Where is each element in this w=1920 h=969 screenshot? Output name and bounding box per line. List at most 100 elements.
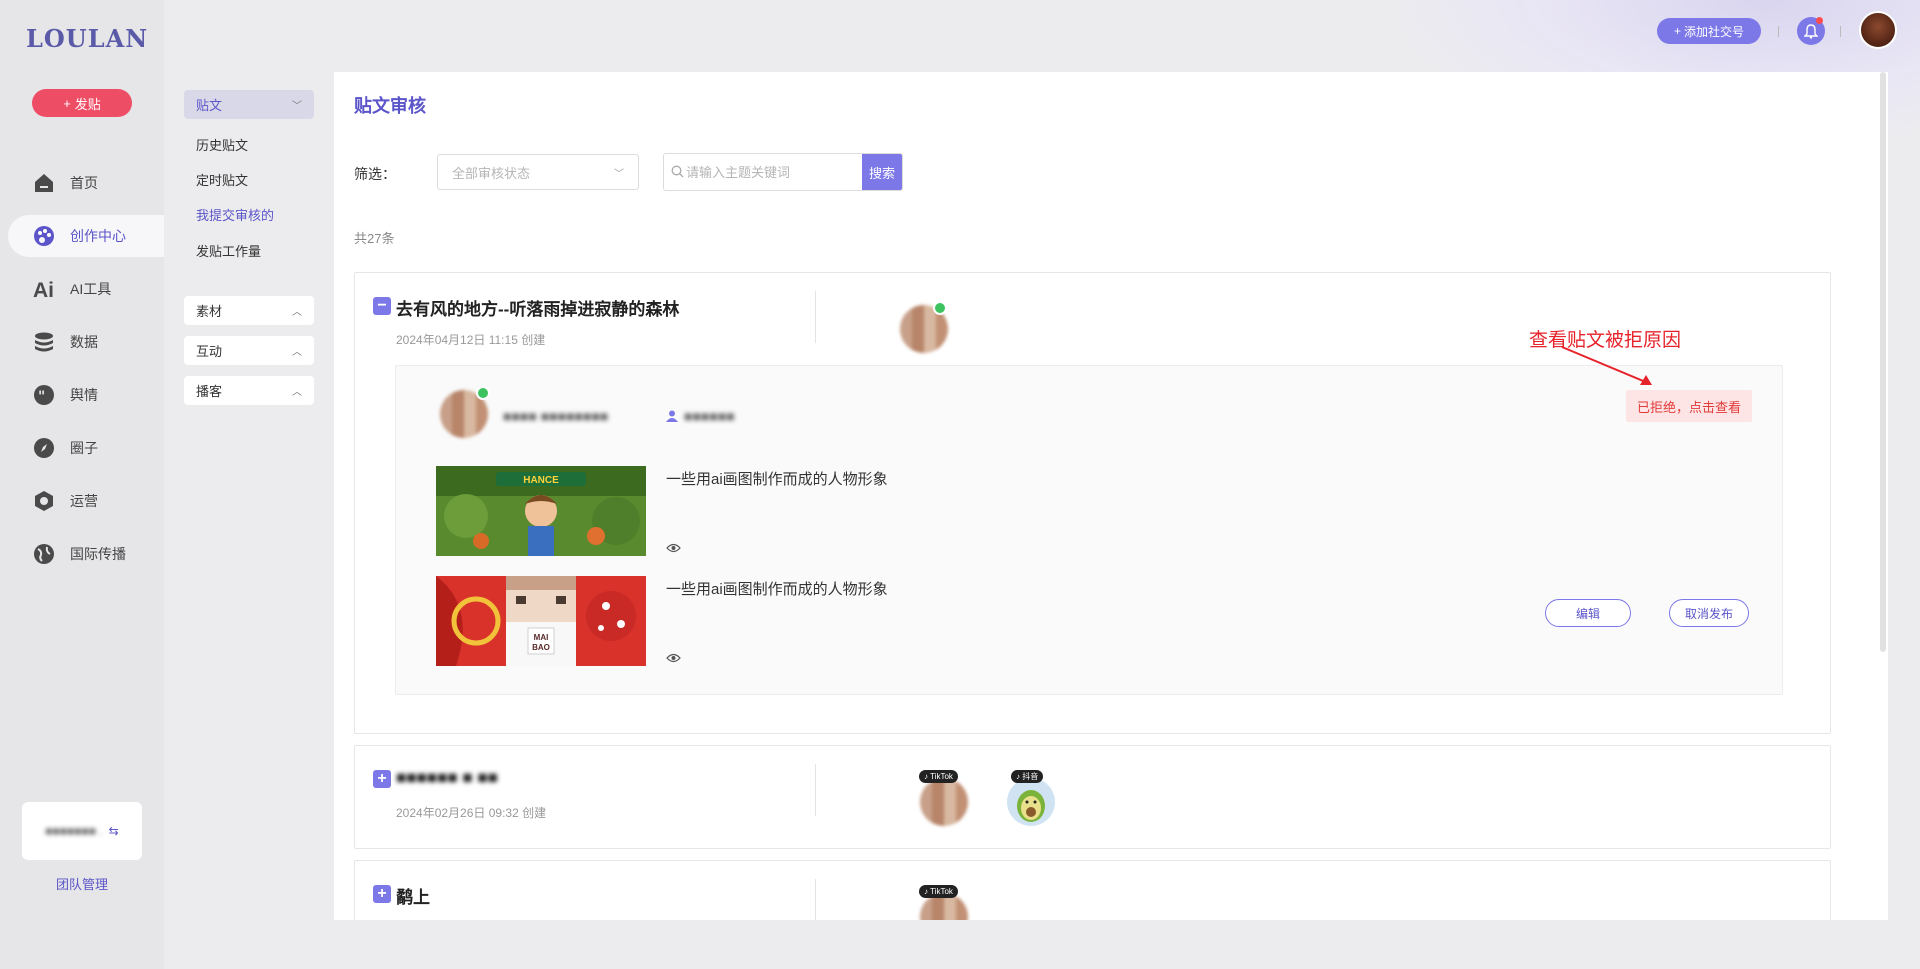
new-post-label: 发贴 — [74, 96, 101, 112]
notification-dot — [1816, 17, 1823, 24]
total-count: 共27条 — [354, 231, 395, 246]
chevron-down-icon: ﹀ — [292, 101, 302, 112]
subnav-group-posts[interactable]: 贴文 ﹀ — [184, 90, 314, 119]
thumb-text: HANCE — [523, 475, 559, 486]
nav-label: 首页 — [70, 175, 98, 191]
tiktok-badge: ♪ TikTok — [919, 770, 958, 783]
divider — [1840, 26, 1841, 37]
user-icon — [666, 409, 678, 427]
divider — [815, 291, 816, 343]
new-post-button[interactable]: + 发贴 — [32, 89, 132, 117]
subnav-item-scheduled[interactable]: 定时贴文 — [196, 170, 248, 189]
edit-button[interactable]: 编辑 — [1545, 599, 1631, 627]
post-date: 2024年04月12日 11:15 创建 — [396, 333, 546, 347]
filter-label: 筛选： — [354, 166, 396, 182]
main-nav: 首页 创作中心 Ai AI工具 数据 " 舆情 圈子 运营 国际传播 — [0, 162, 164, 586]
post-title: 去有风的地方--听落雨掉进寂静的森林 — [396, 300, 680, 319]
team-name-redacted: ■■■■■■■ . — [45, 824, 103, 838]
post-date: 2024年02月26日 09:32 创建 — [396, 806, 547, 820]
eye-icon[interactable] — [666, 540, 681, 558]
nav-item-home[interactable]: 首页 — [0, 162, 164, 204]
media-description: 一些用ai画图制作而成的人物形象 — [666, 581, 888, 598]
nav-label: 舆情 — [70, 387, 98, 403]
subnav-group-materials[interactable]: 素材 ︿ — [184, 296, 314, 325]
plus-icon: + — [63, 95, 71, 111]
expand-icon[interactable]: + — [373, 770, 391, 788]
switch-icon: ⇆ — [108, 824, 119, 838]
subnav-item-history[interactable]: 历史贴文 — [196, 135, 248, 154]
post-detail: ■■■■ ■■■■■■■■ ■■■■■■ 已拒绝，点击查看 HANCE 一些用a… — [395, 365, 1783, 695]
add-social-label: 添加社交号 — [1684, 24, 1745, 39]
subnav-item-workload[interactable]: 发贴工作量 — [196, 241, 261, 260]
operation-icon — [32, 489, 56, 513]
subnav-item-my-submissions[interactable]: 我提交审核的 — [196, 205, 274, 224]
nav-label: 创作中心 — [70, 228, 126, 244]
nav-item-sentiment[interactable]: " 舆情 — [0, 374, 164, 416]
annotation-arrow-icon — [1561, 346, 1652, 385]
expand-icon[interactable]: + — [373, 885, 391, 903]
rejected-status-button[interactable]: 已拒绝，点击查看 — [1625, 390, 1752, 422]
divider — [815, 764, 816, 816]
nav-label: 圈子 — [70, 440, 98, 456]
subnav-group-label: 播客 — [196, 384, 223, 399]
chevron-up-icon: ︿ — [292, 307, 302, 318]
subnav-group-podcast[interactable]: 播客 ︿ — [184, 376, 314, 405]
search-button[interactable]: 搜索 — [862, 154, 902, 190]
database-icon — [32, 330, 56, 354]
svg-text:": " — [38, 389, 45, 405]
page-title: 贴文审核 — [354, 96, 426, 116]
quote-icon: " — [32, 383, 56, 407]
author-name-redacted: ■■■■ ■■■■■■■■ — [503, 408, 609, 424]
wechat-badge-icon — [933, 301, 947, 315]
media-thumbnail[interactable]: MAI BAO — [436, 576, 646, 666]
status-select-placeholder: 全部审核状态 — [452, 165, 531, 181]
team-switcher[interactable]: ■■■■■■■ . ⇆ — [22, 802, 142, 860]
media-thumbnail[interactable]: HANCE — [436, 466, 646, 556]
nav-item-data[interactable]: 数据 — [0, 321, 164, 363]
post-title: 鹬上 — [396, 888, 430, 907]
logo: LOULAN — [26, 24, 149, 53]
nav-label: 数据 — [70, 334, 98, 350]
scrollbar[interactable] — [1880, 72, 1886, 652]
nav-item-ai-tools[interactable]: Ai AI工具 — [0, 268, 164, 310]
chevron-up-icon: ︿ — [292, 347, 302, 358]
collapse-icon[interactable]: − — [373, 297, 391, 315]
ai-icon: Ai — [32, 277, 56, 301]
unpublish-button[interactable]: 取消发布 — [1669, 599, 1749, 627]
eye-icon[interactable] — [666, 650, 681, 668]
subnav-group-label: 贴文 — [196, 98, 223, 113]
nav-label: AI工具 — [70, 281, 112, 297]
add-social-account-button[interactable]: + 添加社交号 — [1657, 18, 1761, 44]
compass-icon — [32, 436, 56, 460]
media-description: 一些用ai画图制作而成的人物形象 — [666, 471, 888, 488]
media-item: HANCE 一些用ai画图制作而成的人物形象 — [436, 466, 1436, 558]
home-icon — [32, 171, 56, 195]
chevron-down-icon: ﹀ — [614, 168, 624, 180]
search-input[interactable] — [664, 154, 862, 190]
team-manage-link[interactable]: 团队管理 — [22, 874, 142, 893]
post-card: + ■■■■■■ ■ ■■ 2024年02月26日 09:32 创建 ♪ Tik… — [354, 745, 1831, 849]
nav-item-operation[interactable]: 运营 — [0, 480, 164, 522]
account-avatar[interactable] — [1007, 778, 1055, 826]
search-icon — [671, 165, 684, 183]
status-select[interactable]: 全部审核状态 ﹀ — [437, 154, 639, 190]
svg-text:MAI: MAI — [534, 633, 549, 642]
account-avatar[interactable] — [920, 778, 968, 826]
subnav-group-label: 互动 — [196, 344, 223, 359]
post-title-redacted: ■■■■■■ ■ ■■ — [396, 768, 498, 787]
main-panel: 贴文审核 筛选： 全部审核状态 ﹀ 搜索 共27条 − 去有风的地方--听落雨掉… — [334, 72, 1888, 920]
divider — [815, 879, 816, 920]
notification-bell-icon[interactable] — [1797, 17, 1825, 45]
palette-icon — [32, 224, 56, 248]
douyin-badge: ♪ 抖音 — [1011, 770, 1044, 783]
plus-icon: + — [1673, 24, 1681, 38]
nav-item-intl-broadcast[interactable]: 国际传播 — [0, 533, 164, 575]
user-avatar[interactable] — [1859, 11, 1897, 49]
nav-item-circle[interactable]: 圈子 — [0, 427, 164, 469]
nav-item-creation-center[interactable]: 创作中心 — [8, 215, 164, 257]
sub-navigation: 贴文 ﹀ 历史贴文 定时贴文 我提交审核的 发贴工作量 素材 ︿ 互动 ︿ 播客… — [164, 0, 334, 969]
subnav-group-interaction[interactable]: 互动 ︿ — [184, 336, 314, 365]
left-navigation: LOULAN + 发贴 首页 创作中心 Ai AI工具 数据 " 舆情 圈子 运… — [0, 0, 164, 969]
svg-text:Ai: Ai — [33, 279, 54, 300]
globe-icon — [32, 542, 56, 566]
